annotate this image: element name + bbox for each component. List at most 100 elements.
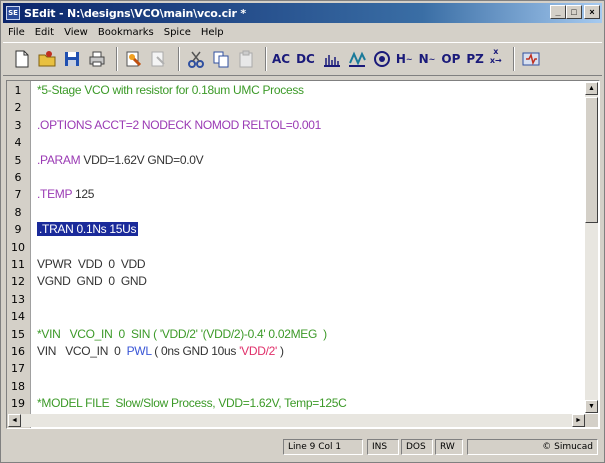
new-file-icon[interactable] <box>11 47 33 71</box>
menu-spice[interactable]: Spice <box>159 27 196 38</box>
pz-analysis-button[interactable]: PZ <box>466 47 484 71</box>
scroll-down-button[interactable]: ▼ <box>585 400 598 413</box>
sedit-window: SE SEdit - N:\designs\VCO\main\vco.cir *… <box>0 0 605 463</box>
code-line[interactable]: *VIN VCO_IN 0 SIN ( 'VDD/2' '(VDD/2)-0.4… <box>37 327 327 341</box>
scroll-right-button[interactable]: ► <box>572 414 585 427</box>
line-number: 11 <box>11 258 25 271</box>
app-icon: SE <box>6 6 20 20</box>
scroll-left-button[interactable]: ◄ <box>8 414 21 427</box>
line-number: 8 <box>14 205 22 219</box>
code-line[interactable]: .PARAM VDD=1.62V GND=0.0V <box>37 152 204 167</box>
code-line[interactable]: .OPTIONS ACCT=2 NODECK NOMOD RELTOL=0.00… <box>37 118 321 132</box>
scroll-up-button[interactable]: ▲ <box>585 82 598 95</box>
line-number: 17 <box>11 362 25 376</box>
maximize-button[interactable]: □ <box>566 5 582 19</box>
line-number: 15 <box>11 327 25 341</box>
code-token: .PARAM <box>37 152 84 167</box>
horizontal-scrollbar[interactable]: ◄ ► <box>8 414 585 427</box>
line-number: 7 <box>14 188 22 202</box>
insert-mode: INS <box>367 439 399 455</box>
open-folder-icon[interactable] <box>36 47 58 71</box>
resize-grip[interactable] <box>585 414 598 427</box>
line-number: 1 <box>14 84 22 97</box>
line-number: 12 <box>11 275 25 289</box>
line-number: 9 <box>14 223 22 237</box>
code-token: *MODEL FILE Slow/Slow Process, VDD=1.62V… <box>37 396 347 411</box>
code-token: 125 <box>75 187 95 202</box>
selected-text: .TRAN 0.1Ns 15Us <box>37 222 139 237</box>
ac-analysis-button[interactable]: AC <box>272 47 290 71</box>
minimize-button[interactable]: _ <box>550 5 566 19</box>
line-number: 2 <box>14 101 22 115</box>
toolbar: AC DC H ~ N ~ OP PZ x x→ <box>3 42 602 76</box>
line-number: 4 <box>14 136 22 150</box>
line-number: 6 <box>14 171 22 184</box>
menu-edit[interactable]: Edit <box>30 27 59 38</box>
code-token: PWL <box>126 344 152 358</box>
line-number: 16 <box>11 345 25 358</box>
copy-icon[interactable] <box>210 47 232 71</box>
code-line[interactable]: *5-Stage VCO with resistor for 0.18um UM… <box>37 83 304 97</box>
code-line[interactable]: *MODEL FILE Slow/Slow Process, VDD=1.62V… <box>37 396 347 411</box>
code-token: .OPTIONS ACCT=2 NODECK <box>37 117 195 132</box>
code-line[interactable]: VGND GND 0 GND <box>37 274 147 288</box>
fourier-button[interactable]: N ~ <box>419 47 436 71</box>
replace-icon[interactable] <box>148 47 170 71</box>
code-token: VGND GND 0 GND <box>37 274 147 289</box>
toolbar-separator <box>265 47 267 71</box>
menu-bookmarks[interactable]: Bookmarks <box>93 27 159 38</box>
line-number-gutter <box>7 81 31 428</box>
code-token: ( 0ns GND 10us <box>151 344 240 358</box>
toolbar-separator <box>512 47 515 71</box>
cut-icon[interactable] <box>185 47 207 71</box>
find-icon[interactable] <box>123 47 145 71</box>
harmonic-button[interactable]: H ~ <box>396 47 413 71</box>
line-number: 3 <box>14 118 22 132</box>
code-token: 'VDD/2' <box>239 344 277 358</box>
menu-view[interactable]: View <box>59 27 93 38</box>
window-controls: _ □ × <box>550 5 600 19</box>
menu-file[interactable]: File <box>3 27 30 38</box>
vertical-scrollbar[interactable]: ▲ ▼ <box>585 82 598 413</box>
title-bar[interactable]: SE SEdit - N:\designs\VCO\main\vco.cir *… <box>3 3 602 23</box>
code-editor[interactable]: 1 *5-Stage VCO with resistor for 0.18um U… <box>6 80 600 429</box>
code-line[interactable]: .TEMP 125 <box>37 187 94 201</box>
code-line[interactable]: VIN VCO_IN 0 PWL ( 0ns GND 10us 'VDD/2' … <box>37 344 284 358</box>
simulate-icon[interactable] <box>520 47 542 71</box>
cursor-position: Line 9 Col 1 <box>283 439 363 455</box>
line-number: 13 <box>11 292 25 306</box>
brand-label: © Simucad <box>467 439 598 455</box>
vertical-scroll-thumb[interactable] <box>585 97 598 223</box>
code-token: VDD=1.62V GND=0.0V <box>83 152 204 167</box>
dc-analysis-button[interactable]: DC <box>296 47 315 71</box>
menu-bar: File Edit View Bookmarks Spice Help <box>3 24 602 41</box>
code-token: RELTOL=0.001 <box>242 117 322 132</box>
sensitivity-icon[interactable] <box>371 47 393 71</box>
line-number: 19 <box>11 397 25 411</box>
code-token: *5-Stage VCO with resistor for 0.18um UM… <box>37 83 304 97</box>
line-number: 14 <box>11 310 25 324</box>
op-analysis-button[interactable]: OP <box>441 47 460 71</box>
toolbar-separator <box>116 47 118 71</box>
code-line[interactable]: VPWR VDD 0 VDD <box>37 257 146 271</box>
toolbar-separator <box>178 47 180 71</box>
save-icon[interactable] <box>61 47 83 71</box>
window-title: SEdit - N:\designs\VCO\main\vco.cir * <box>24 6 246 20</box>
transfer-function-button[interactable]: x x→ <box>490 47 502 71</box>
menu-help[interactable]: Help <box>196 27 229 38</box>
line-number: 10 <box>11 240 25 254</box>
read-write-mode: RW <box>435 439 463 455</box>
noise-icon[interactable] <box>321 47 343 71</box>
transient-icon[interactable] <box>346 47 368 71</box>
code-token: NOMOD <box>194 117 242 132</box>
close-button[interactable]: × <box>584 5 600 19</box>
code-token: VIN VCO_IN 0 <box>37 344 127 358</box>
print-icon[interactable] <box>86 47 108 71</box>
code-line[interactable]: .TRAN 0.1Ns 15Us <box>37 222 139 237</box>
line-number: 5 <box>14 153 22 167</box>
code-token: VPWR VDD 0 VDD <box>37 257 146 271</box>
line-ending-format: DOS <box>401 439 433 455</box>
line-number: 18 <box>11 379 25 393</box>
paste-icon[interactable] <box>235 47 257 71</box>
status-bar: Line 9 Col 1 INS DOS RW © Simucad <box>3 435 602 459</box>
